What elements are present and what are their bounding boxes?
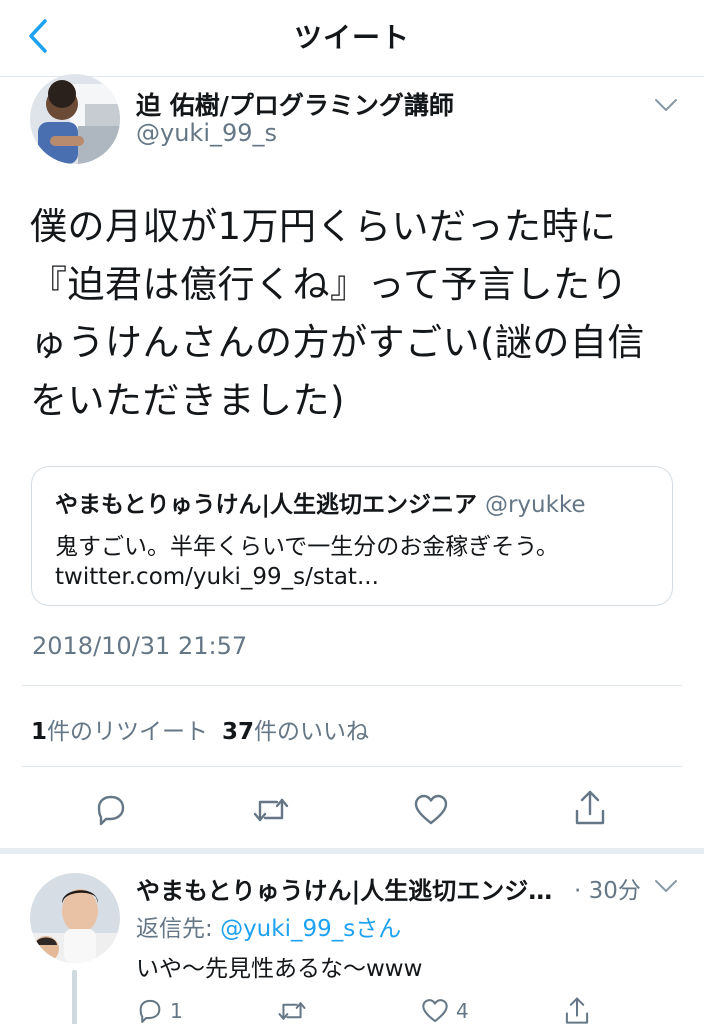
avatar-photo xyxy=(30,873,120,963)
page-title: ツイート xyxy=(293,21,410,54)
tweet-text-line: ゅうけんさんの方がすごい(謎の自信 xyxy=(30,321,645,364)
reply-share-button[interactable] xyxy=(563,996,591,1024)
reply-like-button[interactable]: 4 xyxy=(420,996,469,1024)
likes-count: 37 xyxy=(222,719,255,745)
share-icon xyxy=(575,790,605,825)
quoted-tweet-link: twitter.com/yuki_99_s/stat... xyxy=(55,564,379,590)
tweet-text: 僕の月収が1万円くらいだった時に 『迫君は億行くね』って予言したり ゅうけんさん… xyxy=(30,198,680,430)
reply-reply-button[interactable]: 1 xyxy=(136,996,183,1024)
reply-to-line: 返信先: @yuki_99_sさん xyxy=(136,909,401,943)
retweet-button[interactable] xyxy=(246,785,296,835)
reply-text: いや〜先見性あるな〜www xyxy=(136,956,423,982)
thread-line xyxy=(72,970,77,1024)
reply-to-mention[interactable]: @yuki_99_sさん xyxy=(220,916,401,942)
quoted-tweet-text: 鬼すごい。半年くらいで一生分のお金稼ぎそう。 xyxy=(55,534,559,560)
avatar-photo xyxy=(30,74,120,164)
divider xyxy=(22,685,682,686)
share-icon xyxy=(565,997,589,1024)
reply-to-label: 返信先: xyxy=(136,916,221,942)
retweet-icon xyxy=(278,1002,306,1020)
likes-label: 件のいいね xyxy=(254,719,370,745)
author-handle[interactable]: @yuki_99_s xyxy=(136,119,277,147)
tweet-stats: 1件のリツイート 37件のいいね xyxy=(31,712,369,746)
reply-author-name[interactable]: やまもとりゅうけん|人生逃切エンジ… xyxy=(136,871,552,906)
nav-bar: ツイート xyxy=(0,0,704,77)
quoted-author-handle: @ryukke xyxy=(484,492,586,518)
reply-button[interactable] xyxy=(86,785,136,835)
reply-author-avatar[interactable] xyxy=(30,873,120,963)
likes-stat[interactable]: 37件のいいね xyxy=(222,719,369,745)
quoted-tweet-card[interactable]: やまもとりゅうけん|人生逃切エンジニア @ryukke 鬼すごい。半年くらいで一生… xyxy=(31,466,673,606)
reply-reply-count: 1 xyxy=(170,999,183,1023)
tweet-text-line: 『迫君は億行くね』って予言したり xyxy=(30,263,629,306)
reply-time: · 30分 xyxy=(574,878,641,904)
tweet-text-line: をいただきました) xyxy=(30,379,345,422)
tweet-text-line: 僕の月収が1万円くらいだった時に xyxy=(30,205,617,248)
author-avatar[interactable] xyxy=(30,74,120,164)
reply-icon xyxy=(97,795,125,826)
tweet-detail-screen: ツイート 迫 佑樹/プログラミング講師 @yuki_99_s 僕の月収が1万円く… xyxy=(0,0,704,1024)
divider xyxy=(22,766,682,767)
reply-like-count: 4 xyxy=(456,999,469,1023)
quoted-author-name: やまもとりゅうけん|人生逃切エンジニア xyxy=(55,492,477,518)
reply-menu-button[interactable] xyxy=(651,871,681,901)
retweets-count: 1 xyxy=(31,719,48,745)
author-name[interactable]: 迫 佑樹/プログラミング講師 xyxy=(136,86,454,122)
section-separator xyxy=(0,848,704,854)
like-icon xyxy=(422,999,448,1023)
retweets-stat[interactable]: 1件のリツイート xyxy=(31,719,208,745)
retweet-icon xyxy=(253,798,289,822)
reply-icon xyxy=(139,999,161,1023)
chevron-down-icon xyxy=(655,99,677,111)
like-button[interactable] xyxy=(406,785,456,835)
tweet-timestamp: 2018/10/31 21:57 xyxy=(32,632,248,660)
chevron-down-icon xyxy=(655,880,677,892)
retweets-label: 件のリツイート xyxy=(47,719,209,745)
reply-retweet-button[interactable] xyxy=(276,996,308,1024)
tweet-menu-button[interactable] xyxy=(651,90,681,120)
share-button[interactable] xyxy=(565,783,615,833)
quoted-tweet-header: やまもとりゅうけん|人生逃切エンジニア @ryukke xyxy=(55,485,586,519)
like-icon xyxy=(414,794,448,825)
